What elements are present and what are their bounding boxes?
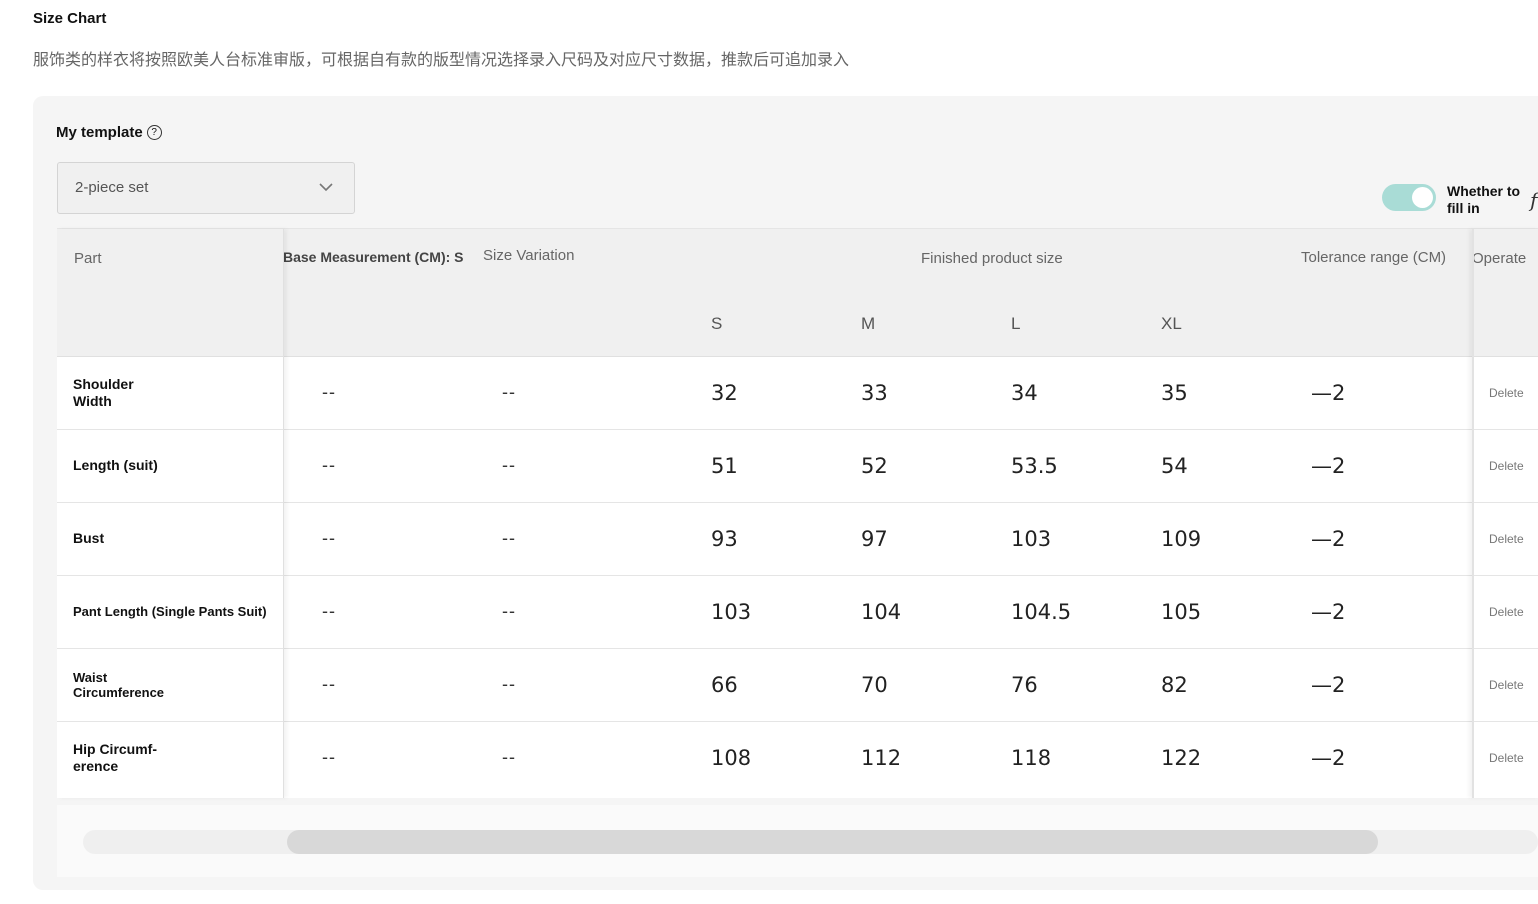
template-label-text: My template — [56, 124, 143, 141]
delete-button[interactable]: Delete — [1489, 721, 1524, 794]
table-row: Length (suit) -- -- 51 52 53.5 54 —2 Del… — [57, 429, 1538, 503]
size-table: Part Base Measurement (CM): S Size Varia… — [57, 228, 1538, 798]
size-header-l: L — [1011, 314, 1021, 333]
size-header-m: M — [861, 314, 876, 333]
base-value[interactable]: -- — [322, 356, 336, 429]
page-title: Size Chart — [33, 10, 107, 27]
fill-in-toggle[interactable] — [1382, 184, 1436, 211]
header-size-variation: Size Variation — [483, 247, 575, 264]
size-header-s: S — [711, 314, 723, 333]
table-row: Bust -- -- 93 97 103 109 —2 Delete — [57, 502, 1538, 576]
table-row: Shoulder Width -- -- 32 33 34 35 —2 Dele… — [57, 356, 1538, 430]
size-l-value[interactable]: 34 — [1011, 356, 1038, 429]
horizontal-scroll-area — [57, 805, 1538, 877]
part-name: Pant Length (Single Pants Suit) — [73, 604, 267, 619]
size-m-value[interactable]: 112 — [861, 721, 901, 794]
delete-button[interactable]: Delete — [1489, 648, 1524, 721]
page-description: 服饰类的样衣将按照欧美人台标准审版，可根据自有款的版型情况选择录入尺码及对应尺寸… — [33, 50, 850, 69]
variation-value[interactable]: -- — [502, 721, 516, 794]
base-value[interactable]: -- — [322, 502, 336, 575]
tolerance-value[interactable]: —2 — [1311, 721, 1345, 794]
size-xl-value[interactable]: 122 — [1161, 721, 1201, 794]
size-l-value[interactable]: 118 — [1011, 721, 1051, 794]
tolerance-value[interactable]: —2 — [1311, 429, 1345, 502]
size-xl-value[interactable]: 105 — [1161, 575, 1201, 648]
header-operate: Operate — [1472, 250, 1527, 267]
tolerance-value[interactable]: —2 — [1311, 648, 1345, 721]
clipped-label-fragment: f — [1530, 188, 1538, 212]
size-m-value[interactable]: 52 — [861, 429, 888, 502]
scrollbar-track[interactable] — [83, 830, 1538, 854]
size-xl-value[interactable]: 109 — [1161, 502, 1201, 575]
size-m-value[interactable]: 97 — [861, 502, 888, 575]
header-base-measurement: Base Measurement (CM): S — [283, 249, 464, 265]
size-s-value[interactable]: 51 — [711, 429, 738, 502]
scrollbar-thumb[interactable] — [287, 830, 1378, 854]
size-m-value[interactable]: 33 — [861, 356, 888, 429]
table-row: Pant Length (Single Pants Suit) -- -- 10… — [57, 575, 1538, 649]
size-l-value[interactable]: 104.5 — [1011, 575, 1071, 648]
variation-value[interactable]: -- — [502, 356, 516, 429]
size-s-value[interactable]: 103 — [711, 575, 751, 648]
template-select-value: 2-piece set — [75, 179, 149, 196]
template-select[interactable]: 2-piece set — [57, 162, 355, 214]
variation-value[interactable]: -- — [502, 502, 516, 575]
template-label: My template ? — [56, 124, 162, 141]
size-m-value[interactable]: 70 — [861, 648, 888, 721]
part-name: Shoulder Width — [73, 375, 134, 409]
size-xl-value[interactable]: 54 — [1161, 429, 1188, 502]
size-s-value[interactable]: 32 — [711, 356, 738, 429]
table-row: Waist Circumference -- -- 66 70 76 82 —2… — [57, 648, 1538, 722]
size-xl-value[interactable]: 82 — [1161, 648, 1188, 721]
size-l-value[interactable]: 103 — [1011, 502, 1051, 575]
part-name: Hip Circumf-erence — [73, 740, 157, 774]
part-name: Waist Circumference — [73, 669, 165, 700]
header-finished-size: Finished product size — [921, 250, 1063, 267]
delete-button[interactable]: Delete — [1489, 356, 1524, 429]
variation-value[interactable]: -- — [502, 575, 516, 648]
tolerance-value[interactable]: —2 — [1311, 575, 1345, 648]
size-header-xl: XL — [1161, 314, 1182, 333]
header-part: Part — [74, 250, 102, 267]
tolerance-value[interactable]: —2 — [1311, 356, 1345, 429]
table-row: Hip Circumf-erence -- -- 108 112 118 122… — [57, 721, 1538, 794]
part-name: Bust — [73, 530, 105, 546]
base-value[interactable]: -- — [322, 429, 336, 502]
base-value[interactable]: -- — [322, 721, 336, 794]
toggle-knob — [1412, 187, 1433, 208]
size-xl-value[interactable]: 35 — [1161, 356, 1188, 429]
size-s-value[interactable]: 66 — [711, 648, 738, 721]
delete-button[interactable]: Delete — [1489, 502, 1524, 575]
base-value[interactable]: -- — [322, 648, 336, 721]
size-l-value[interactable]: 53.5 — [1011, 429, 1058, 502]
size-l-value[interactable]: 76 — [1011, 648, 1038, 721]
delete-button[interactable]: Delete — [1489, 575, 1524, 648]
size-s-value[interactable]: 108 — [711, 721, 751, 794]
chevron-down-icon — [319, 183, 333, 192]
header-tolerance: Tolerance range (CM) — [1301, 249, 1447, 266]
size-s-value[interactable]: 93 — [711, 502, 738, 575]
base-value[interactable]: -- — [322, 575, 336, 648]
tolerance-value[interactable]: —2 — [1311, 502, 1345, 575]
help-icon[interactable]: ? — [146, 125, 162, 140]
variation-value[interactable]: -- — [502, 648, 516, 721]
table-header: Part Base Measurement (CM): S Size Varia… — [57, 229, 1538, 357]
fill-in-toggle-label: Whether to fill in — [1447, 183, 1521, 216]
part-name: Length (suit) — [73, 457, 158, 473]
delete-button[interactable]: Delete — [1489, 429, 1524, 502]
size-m-value[interactable]: 104 — [861, 575, 901, 648]
variation-value[interactable]: -- — [502, 429, 516, 502]
